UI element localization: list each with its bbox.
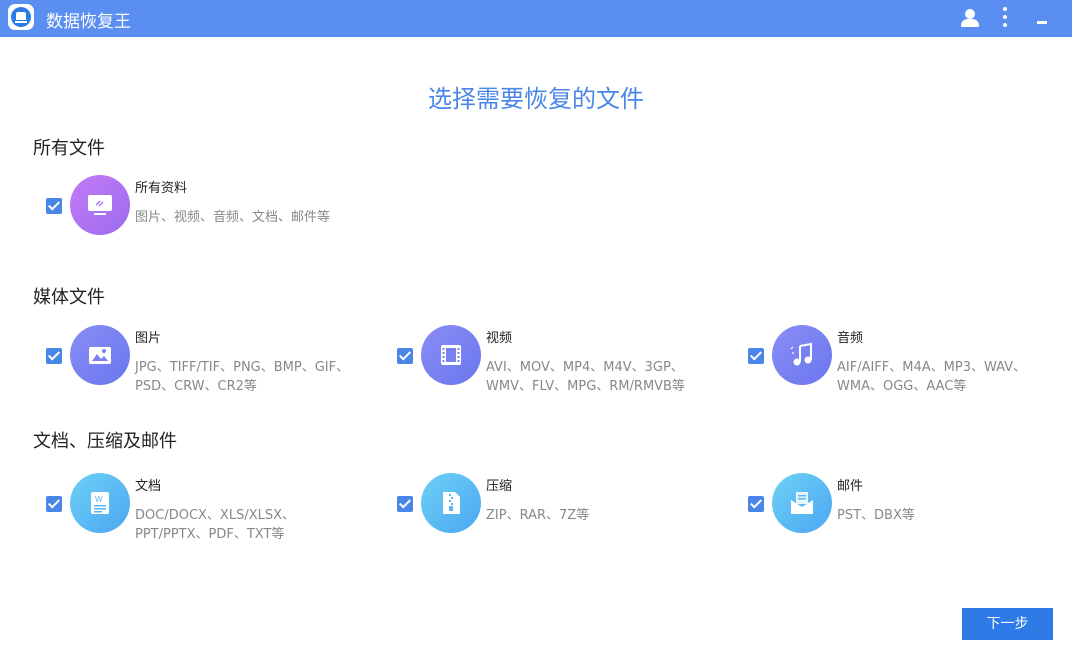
item-desc: PST、DBX等	[837, 508, 915, 523]
item-desc: AIF/AIFF、M4A、MP3、WAV、WMA、OGG、AAC等	[837, 360, 1027, 394]
image-checkbox[interactable]	[46, 348, 62, 364]
page-title: 选择需要恢复的文件	[428, 85, 644, 113]
section-title-docs: 文档、压缩及邮件	[33, 431, 177, 452]
item-name: 音频	[837, 331, 864, 346]
item-name: 图片	[135, 331, 162, 346]
file-type-document[interactable]: W 文档 DOC/DOCX、XLS/XLSX、PPT/PPTX、PDF、TXT等	[46, 473, 376, 563]
all-files-checkbox[interactable]	[46, 198, 62, 214]
next-button[interactable]: 下一步	[962, 608, 1053, 640]
image-icon	[70, 325, 130, 385]
document-checkbox[interactable]	[46, 496, 62, 512]
svg-text:W: W	[95, 495, 103, 504]
file-type-mail[interactable]: 邮件 PST、DBX等	[748, 473, 1072, 563]
more-menu-icon[interactable]	[998, 0, 1012, 37]
item-desc: 图片、视频、音频、文档、邮件等	[135, 210, 331, 225]
file-type-image[interactable]: 图片 JPG、TIFF/TIF、PNG、BMP、GIF、PSD、CRW、CR2等	[46, 325, 376, 415]
file-type-audio[interactable]: 音频 AIF/AIFF、M4A、MP3、WAV、WMA、OGG、AAC等	[748, 325, 1072, 415]
item-name: 视频	[486, 331, 513, 346]
mail-icon	[772, 473, 832, 533]
audio-checkbox[interactable]	[748, 348, 764, 364]
music-icon	[772, 325, 832, 385]
document-icon: W	[70, 473, 130, 533]
app-logo-icon	[8, 4, 34, 30]
file-type-all[interactable]: 所有资料 图片、视频、音频、文档、邮件等	[46, 175, 376, 265]
mail-checkbox[interactable]	[748, 496, 764, 512]
item-name: 邮件	[837, 479, 864, 494]
item-name: 所有资料	[135, 181, 188, 196]
archive-icon	[421, 473, 481, 533]
item-desc: JPG、TIFF/TIF、PNG、BMP、GIF、PSD、CRW、CR2等	[135, 360, 350, 394]
user-icon[interactable]	[958, 0, 982, 37]
video-checkbox[interactable]	[397, 348, 413, 364]
archive-checkbox[interactable]	[397, 496, 413, 512]
file-type-archive[interactable]: 压缩 ZIP、RAR、7Z等	[397, 473, 727, 563]
item-name: 文档	[135, 479, 162, 494]
app-title: 数据恢复王	[46, 12, 131, 32]
minimize-icon[interactable]	[1034, 0, 1050, 37]
item-desc: DOC/DOCX、XLS/XLSX、PPT/PPTX、PDF、TXT等	[135, 508, 296, 542]
item-name: 压缩	[486, 479, 513, 494]
file-type-video[interactable]: 视频 AVI、MOV、MP4、M4V、3GP、WMV、FLV、MPG、RM/RM…	[397, 325, 727, 415]
section-title-media: 媒体文件	[33, 287, 105, 308]
video-icon	[421, 325, 481, 385]
item-desc: AVI、MOV、MP4、M4V、3GP、WMV、FLV、MPG、RM/RMVB等	[486, 360, 685, 394]
item-desc: ZIP、RAR、7Z等	[486, 508, 590, 523]
title-bar: 数据恢复王	[0, 0, 1072, 37]
section-title-all-files: 所有文件	[33, 138, 105, 159]
all-files-icon	[70, 175, 130, 235]
